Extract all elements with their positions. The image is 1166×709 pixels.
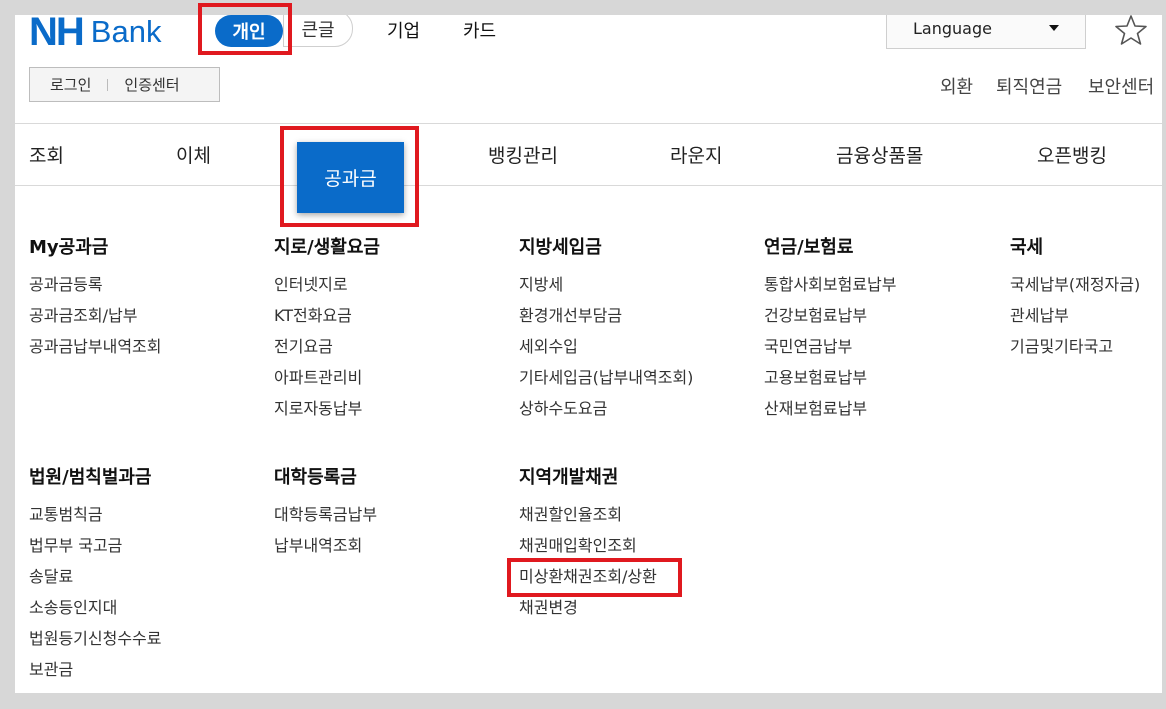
menu-group-title: 연금/보험료: [764, 237, 854, 258]
menu-item[interactable]: 산재보험료납부: [764, 396, 896, 427]
menu-item[interactable]: 통합사회보험료납부: [764, 272, 896, 303]
menu-item[interactable]: 대학등록금납부: [274, 502, 377, 533]
divider: [107, 78, 109, 91]
menu-item[interactable]: 채권할인율조회: [519, 502, 657, 533]
menu-item[interactable]: 소송등인지대: [29, 595, 161, 626]
top-header: NH Bank 개인 큰글 기업 카드 Language 로그인 인증센터 외환…: [15, 15, 1162, 124]
menu-group-pension-insurance: 연금/보험료 통합사회보험료납부 건강보험료납부 국민연금납부 고용보험료납부 …: [764, 235, 896, 427]
menu-item[interactable]: 아파트관리비: [274, 365, 380, 396]
menu-group-local-tax: 지방세입금 지방세 환경개선부담금 세외수입 기타세입금(납부내역조회) 상하수…: [519, 235, 693, 427]
menu-item[interactable]: 지로자동납부: [274, 396, 380, 427]
tab-personal[interactable]: 개인: [215, 15, 283, 47]
menu-item[interactable]: 상하수도요금: [519, 396, 693, 427]
menu-item[interactable]: 전기요금: [274, 334, 380, 365]
menu-item[interactable]: 건강보험료납부: [764, 303, 896, 334]
menu-group-title: 법원/범칙벌과금: [29, 467, 152, 488]
menu-item[interactable]: 인터넷지로: [274, 272, 380, 303]
language-label: Language: [913, 19, 992, 38]
menu-item[interactable]: 고용보험료납부: [764, 365, 896, 396]
login-box: 로그인 인증센터: [29, 67, 220, 102]
menu-group-title: My공과금: [29, 237, 109, 258]
menu-item[interactable]: 기타세입금(납부내역조회): [519, 365, 693, 396]
menu-item[interactable]: 교통범칙금: [29, 502, 161, 533]
menu-group-title: 국세: [1010, 237, 1044, 258]
star-icon[interactable]: [1114, 15, 1148, 47]
nav-card[interactable]: 카드: [463, 15, 496, 45]
menu-item[interactable]: 지방세: [519, 272, 693, 303]
menu-item[interactable]: 공과금등록: [29, 272, 161, 303]
main-nav: 조회 이체 뱅킹관리 라운지 금융상품몰 오픈뱅킹: [15, 123, 1162, 186]
gnb-inquiry[interactable]: 조회: [29, 123, 64, 185]
tab-bigfont[interactable]: 큰글: [283, 15, 353, 47]
gnb-products[interactable]: 금융상품몰: [836, 123, 923, 185]
gnb-transfer[interactable]: 이체: [176, 123, 211, 185]
login-link[interactable]: 로그인: [50, 74, 91, 95]
menu-group-title: 대학등록금: [274, 467, 357, 488]
caret-down-icon: [1049, 25, 1059, 31]
menu-item[interactable]: 채권매입확인조회: [519, 533, 657, 564]
menu-item[interactable]: 납부내역조회: [274, 533, 377, 564]
menu-item[interactable]: 채권변경: [519, 595, 657, 626]
menu-group-my-utility: My공과금 공과금등록 공과금조회/납부 공과금납부내역조회: [29, 235, 161, 365]
nav-corporate[interactable]: 기업: [387, 15, 420, 45]
language-select[interactable]: Language: [886, 15, 1086, 49]
menu-group-regional-bonds: 지역개발채권 채권할인율조회 채권매입확인조회 미상환채권조회/상환 채권변경: [519, 465, 657, 626]
menu-item[interactable]: 세외수입: [519, 334, 693, 365]
logo-bank-text: Bank: [90, 15, 162, 49]
logo-nh-text: NH: [29, 15, 85, 54]
page: NH Bank 개인 큰글 기업 카드 Language 로그인 인증센터 외환…: [15, 15, 1162, 693]
menu-item[interactable]: 송달료: [29, 564, 161, 595]
menu-item[interactable]: 관세납부: [1010, 303, 1140, 334]
menu-group-title: 지역개발채권: [519, 467, 619, 488]
menu-group-giro: 지로/생활요금 인터넷지로 KT전화요금 전기요금 아파트관리비 지로자동납부: [274, 235, 380, 427]
menu-item[interactable]: 법원등기신청수수료: [29, 626, 161, 657]
menu-group-title: 지로/생활요금: [274, 237, 380, 258]
cert-center-link[interactable]: 인증센터: [124, 74, 179, 95]
menu-item[interactable]: 공과금조회/납부: [29, 303, 161, 334]
util-pension[interactable]: 퇴직연금: [996, 73, 1062, 99]
menu-group-national-tax: 국세 국세납부(재정자금) 관세납부 기금및기타국고: [1010, 235, 1140, 365]
menu-item[interactable]: KT전화요금: [274, 303, 380, 334]
menu-item[interactable]: 국민연금납부: [764, 334, 896, 365]
menu-group-title: 지방세입금: [519, 237, 602, 258]
menu-item[interactable]: 국세납부(재정자금): [1010, 272, 1140, 303]
gnb-banking-mgmt[interactable]: 뱅킹관리: [488, 123, 558, 185]
nh-bank-logo[interactable]: NH Bank: [29, 15, 162, 54]
gnb-open-banking[interactable]: 오픈뱅킹: [1037, 123, 1107, 185]
gnb-lounge[interactable]: 라운지: [670, 123, 722, 185]
menu-item[interactable]: 보관금: [29, 657, 161, 688]
util-security[interactable]: 보안센터: [1088, 73, 1154, 99]
gnb-utility[interactable]: 공과금: [297, 142, 404, 213]
util-forex[interactable]: 외환: [940, 73, 973, 99]
menu-item[interactable]: 법무부 국고금: [29, 533, 161, 564]
menu-item[interactable]: 기금및기타국고: [1010, 334, 1140, 365]
menu-group-tuition: 대학등록금 대학등록금납부 납부내역조회: [274, 465, 377, 564]
menu-group-court-fines: 법원/범칙벌과금 교통범칙금 법무부 국고금 송달료 소송등인지대 법원등기신청…: [29, 465, 161, 688]
menu-item[interactable]: 공과금납부내역조회: [29, 334, 161, 365]
menu-item[interactable]: 미상환채권조회/상환: [519, 564, 657, 595]
menu-item[interactable]: 환경개선부담금: [519, 303, 693, 334]
